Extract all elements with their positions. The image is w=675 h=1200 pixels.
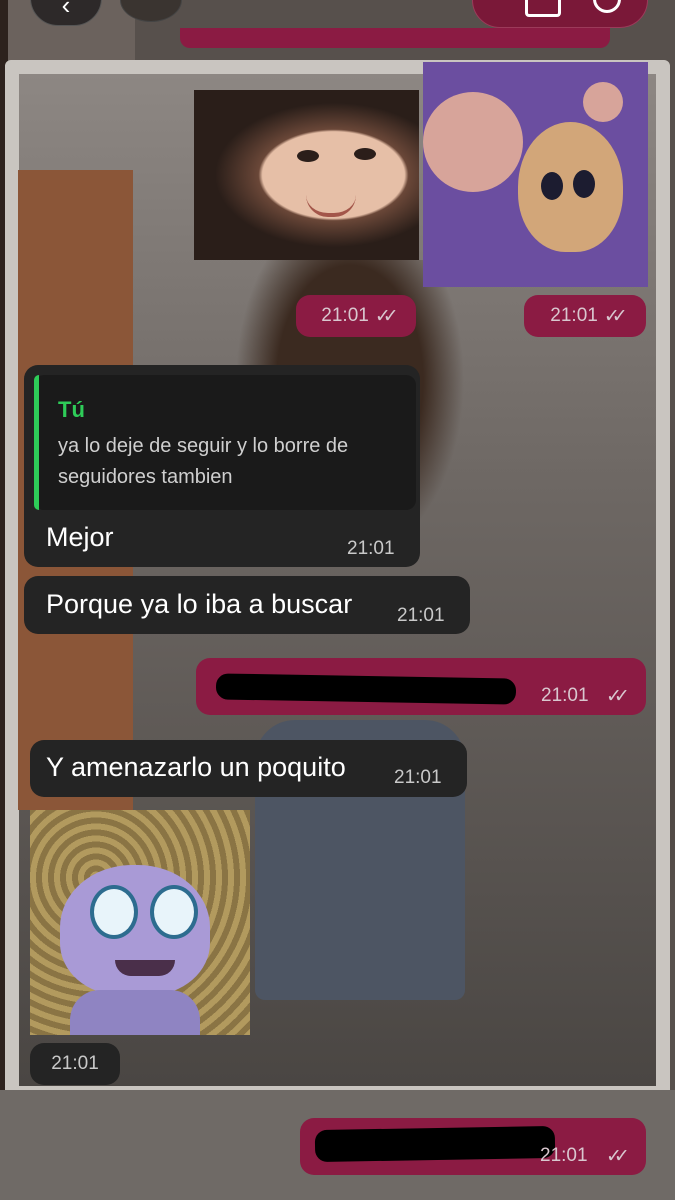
back-button[interactable]: ‹ xyxy=(30,0,102,26)
message-time: 21:01 xyxy=(394,767,442,788)
video-camera-icon[interactable] xyxy=(525,0,561,17)
message-text: Porque ya lo iba a buscar xyxy=(46,589,353,619)
outgoing-message[interactable]: 21:01 ✓✓ xyxy=(196,658,646,715)
image-detail xyxy=(150,885,198,939)
image-detail xyxy=(297,150,319,162)
redaction-mark xyxy=(215,673,517,705)
received-image-cartoon-ant[interactable] xyxy=(30,810,250,1035)
phone-icon[interactable] xyxy=(593,0,621,13)
message-meta-bubble: 21:01 ✓✓ xyxy=(296,295,416,337)
quoted-message[interactable]: Tú ya lo deje de seguir y lo borre de se… xyxy=(34,375,416,510)
outgoing-message[interactable]: 21:01 ✓✓ xyxy=(300,1118,646,1175)
message-time: 21:01 xyxy=(540,1145,588,1166)
message-time: 21:01 xyxy=(321,305,369,326)
image-detail xyxy=(573,170,595,198)
message-text: Y amenazarlo un poquito xyxy=(46,752,346,782)
message-meta-bubble: 21:01 xyxy=(30,1043,120,1085)
image-detail xyxy=(115,960,175,976)
chevron-left-icon: ‹ xyxy=(61,0,71,20)
sent-image-cartoon-mouse[interactable] xyxy=(423,62,648,287)
image-detail xyxy=(306,195,356,217)
message-time: 21:01 xyxy=(541,685,589,706)
previous-message-bubble xyxy=(180,28,610,48)
sent-image-selfie[interactable] xyxy=(194,90,419,260)
incoming-message[interactable]: Y amenazarlo un poquito 21:01 xyxy=(30,740,467,797)
double-check-icon: ✓✓ xyxy=(606,686,630,707)
message-time: 21:01 xyxy=(550,305,598,326)
image-detail xyxy=(518,122,623,252)
double-check-icon: ✓✓ xyxy=(603,305,628,327)
chat-header: ‹ xyxy=(0,0,675,48)
incoming-message[interactable]: Porque ya lo iba a buscar 21:01 xyxy=(24,576,470,634)
quote-accent-bar xyxy=(34,375,39,510)
image-detail xyxy=(423,92,523,192)
redaction-mark xyxy=(314,1125,556,1163)
contact-avatar[interactable] xyxy=(120,0,182,22)
image-detail xyxy=(70,990,200,1035)
image-detail xyxy=(541,172,563,200)
image-detail xyxy=(583,82,623,122)
double-check-icon: ✓✓ xyxy=(374,305,399,327)
message-meta-bubble: 21:01 ✓✓ xyxy=(524,295,646,337)
message-text: Mejor xyxy=(46,522,114,552)
message-time: 21:01 xyxy=(347,538,395,559)
quoted-author: Tú xyxy=(58,397,85,422)
call-actions[interactable] xyxy=(472,0,648,28)
image-detail xyxy=(90,885,138,939)
message-time: 21:01 xyxy=(397,605,445,626)
message-time: 21:01 xyxy=(51,1053,99,1074)
quoted-text: ya lo deje de seguir y lo borre de segui… xyxy=(58,435,349,488)
double-check-icon: ✓✓ xyxy=(606,1146,630,1167)
image-detail xyxy=(354,148,376,160)
